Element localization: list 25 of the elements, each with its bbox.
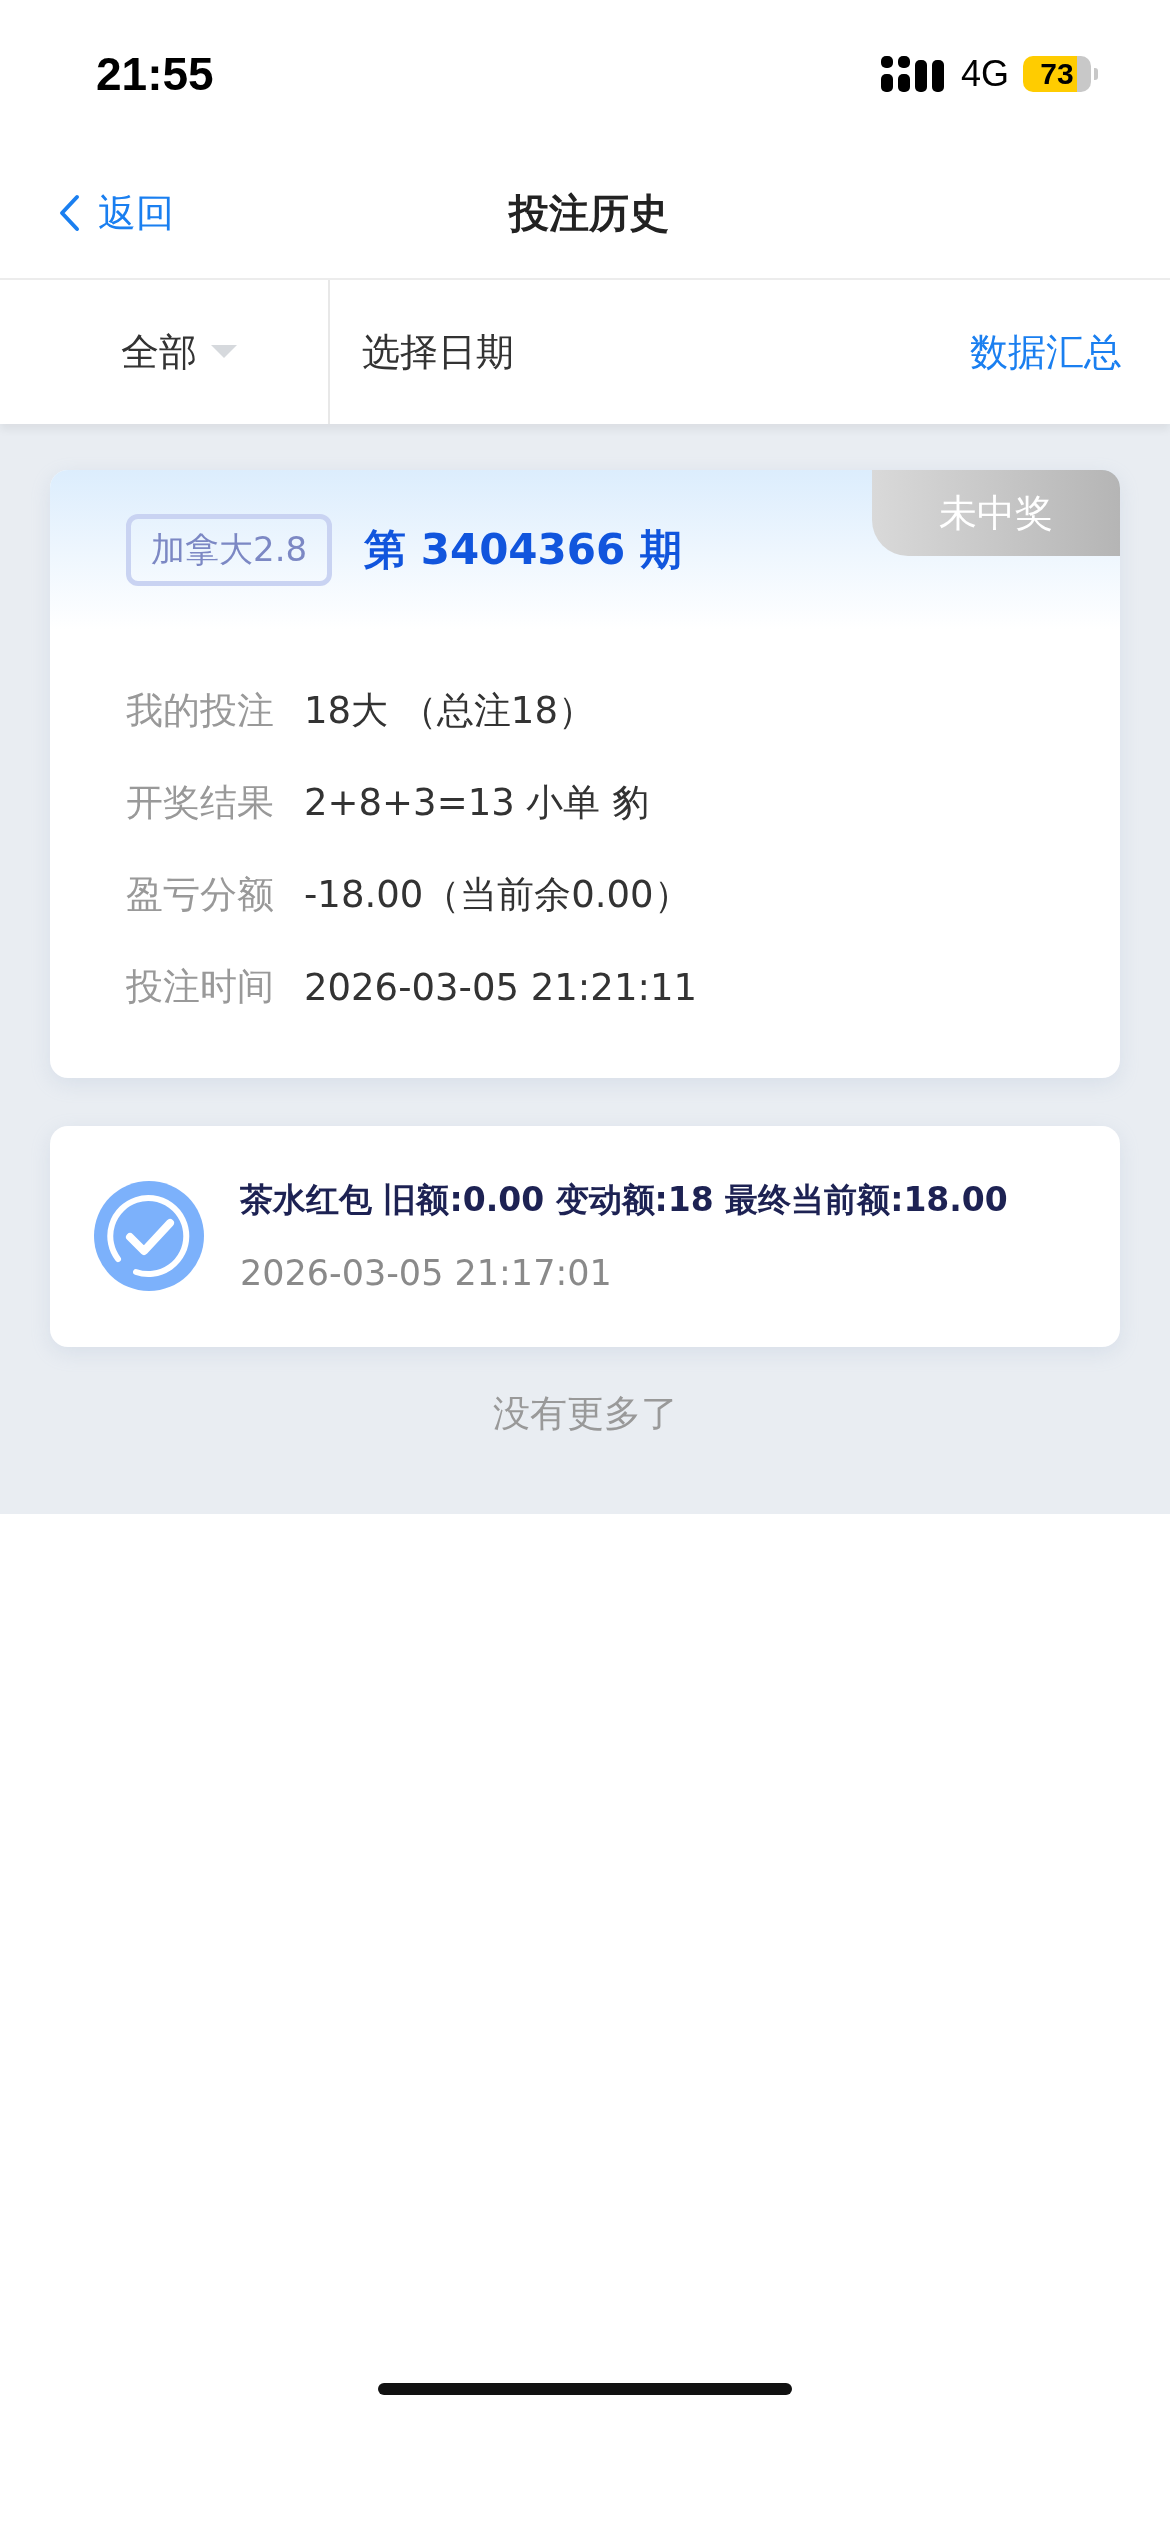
field-label: 投注时间 xyxy=(126,964,274,1010)
record-time: 2026-03-05 21:17:01 xyxy=(240,1253,613,1293)
battery-icon: 73 xyxy=(1023,56,1091,92)
check-circle-icon xyxy=(94,1180,204,1291)
field-label: 我的投注 xyxy=(126,688,274,734)
status-time: 21:55 xyxy=(96,47,214,101)
signal-icon xyxy=(880,56,947,92)
field-value: 18大 （总注18） xyxy=(304,688,595,734)
field-label: 开奖结果 xyxy=(126,780,274,826)
summary-button[interactable]: 数据汇总 xyxy=(950,280,1170,424)
field-label: 盈亏分额 xyxy=(126,872,274,918)
back-link[interactable]: 返回 xyxy=(58,187,174,239)
record-text: 茶水红包 旧额:0.00 变动额:18 最终当前额:18.00 xyxy=(240,1179,1008,1221)
network-label: 4G xyxy=(960,53,1009,95)
category-dropdown[interactable]: 全部 xyxy=(0,280,330,424)
back-chevron-icon xyxy=(58,194,80,232)
page-title: 投注历史 xyxy=(509,188,669,238)
field-value: -18.00（当前余0.00） xyxy=(304,872,691,918)
field-value: 2026-03-05 21:21:11 xyxy=(304,965,697,1009)
date-picker[interactable]: 选择日期 xyxy=(330,280,950,424)
period-number: 第 3404366 期 xyxy=(364,524,682,576)
caret-icon xyxy=(211,345,237,359)
lottery-tag: 加拿大2.8 xyxy=(126,514,333,586)
no-more-text: 没有更多了 xyxy=(492,1391,678,1437)
field-value: 2+8+3=13 小单 豹 xyxy=(304,780,650,826)
